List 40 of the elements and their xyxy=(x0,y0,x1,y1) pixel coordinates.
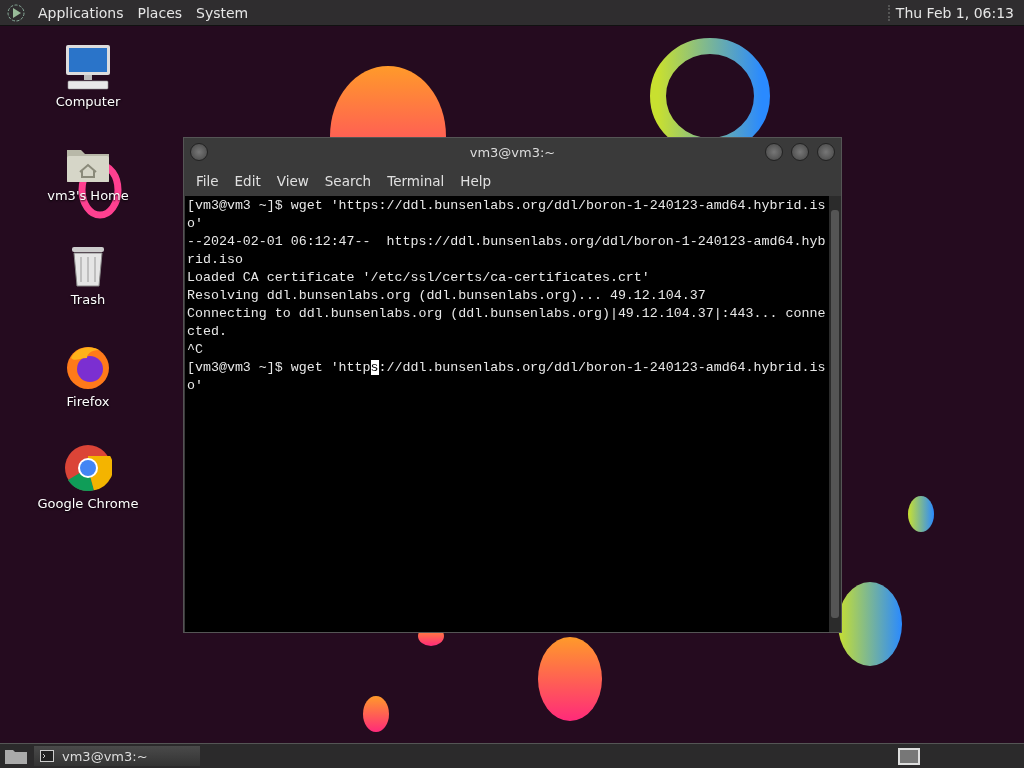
taskbar-button[interactable]: vm3@vm3:~ xyxy=(34,746,200,766)
firefox-icon xyxy=(65,344,111,390)
terminal-line: [vm3@vm3 ~]$ wget 'https://ddl.bunsenlabs.org/ddl/boron-1-240123-amd64.hybrid.is xyxy=(187,197,827,215)
terminal-line: ^C xyxy=(187,341,204,359)
desktop-icon-label[interactable]: Google Chrome xyxy=(37,496,139,511)
terminal-icon xyxy=(40,750,54,762)
minimize-button[interactable] xyxy=(765,143,783,161)
menu-item[interactable]: Search xyxy=(316,170,380,192)
terminal-line: o' xyxy=(187,215,204,233)
panel-menu[interactable]: Applications xyxy=(36,4,126,21)
panel-menu[interactable]: System xyxy=(194,4,251,21)
terminal-line: Connecting to ddl.bunsenlabs.org (ddl.bunsenlabs.org)|49.12.104.37|:443... conne xyxy=(187,305,827,323)
menu-item[interactable]: Help xyxy=(452,170,500,192)
menu-logo-icon[interactable] xyxy=(6,2,26,23)
clock: Thu Feb 1, 06:13 xyxy=(887,4,1018,21)
window-menu-button[interactable] xyxy=(190,143,208,161)
show-desktop-icon[interactable] xyxy=(4,747,28,765)
menu-item[interactable]: Edit xyxy=(226,170,269,192)
scrollbar[interactable] xyxy=(829,196,841,632)
terminal-line: cted. xyxy=(187,323,228,341)
terminal-line: Resolving ddl.bunsenlabs.org (ddl.bunsenlabs.org)... 49.12.104.37 xyxy=(187,287,707,305)
terminal-line: --2024-02-01 06:12:47-- https://ddl.bunsenlabs.org/ddl/boron-1-240123-amd64.hyb xyxy=(187,233,827,251)
close-button[interactable] xyxy=(817,143,835,161)
terminal-line: rid.iso xyxy=(187,251,244,269)
workspace-switcher[interactable] xyxy=(898,747,920,765)
terminal-line: [vm3@vm3 ~]$ wget 'https://ddl.bunsenlabs.org/ddl/boron-1-240123-amd64.hybrid.is xyxy=(187,359,827,377)
trash-icon xyxy=(69,244,107,288)
menu-item[interactable]: View xyxy=(268,170,317,192)
panel-menu[interactable]: Places xyxy=(135,4,185,21)
text-cursor: s xyxy=(370,360,379,375)
menu-item[interactable]: File xyxy=(188,170,227,192)
terminal-line: o' xyxy=(187,377,204,395)
desktop-icon-label[interactable]: Trash xyxy=(70,292,106,307)
chrome-icon xyxy=(64,444,112,492)
menu-item[interactable]: Terminal xyxy=(379,170,453,192)
desktop-icon-label[interactable]: Computer xyxy=(55,94,121,109)
desktop-icon-label[interactable]: Firefox xyxy=(66,394,110,409)
terminal-line: Loaded CA certificate '/etc/ssl/certs/ca-certificates.crt' xyxy=(187,269,651,287)
maximize-button[interactable] xyxy=(791,143,809,161)
window-title: vm3@vm3:~ xyxy=(469,144,556,160)
